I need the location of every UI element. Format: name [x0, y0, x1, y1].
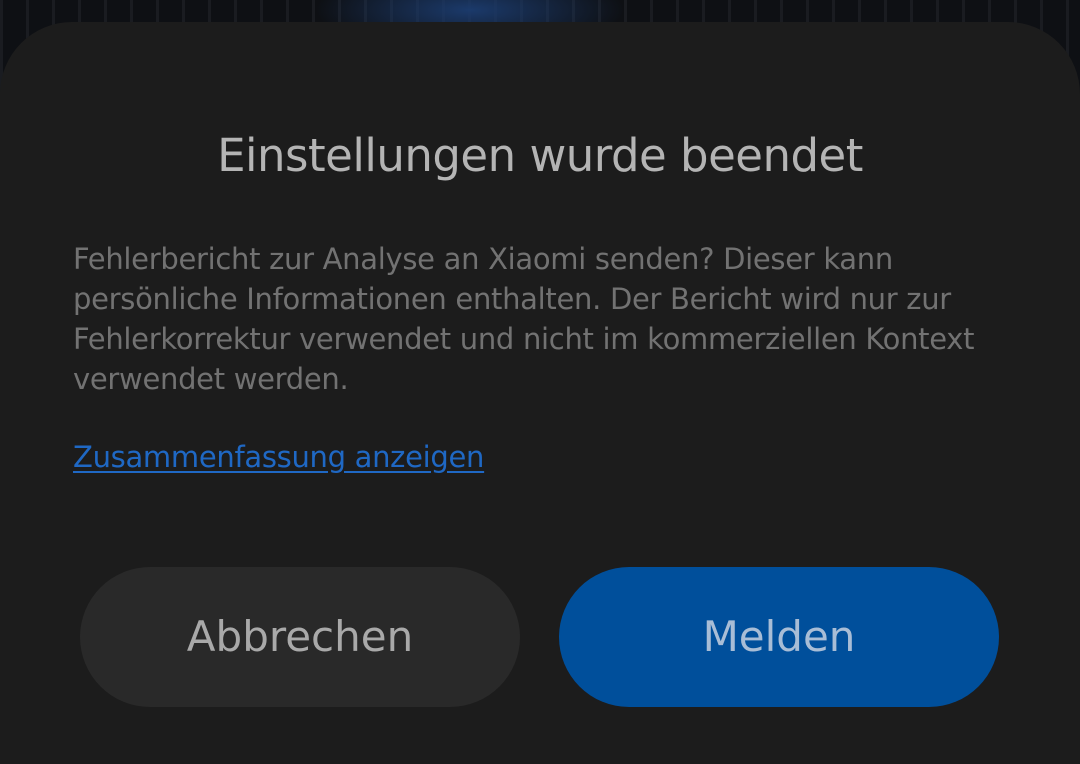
- show-summary-link[interactable]: Zusammenfassung anzeigen: [73, 437, 484, 477]
- cancel-button[interactable]: Abbrechen: [80, 567, 520, 707]
- dialog-title: Einstellungen wurde beendet: [217, 129, 863, 182]
- dialog-message: Fehlerbericht zur Analyse an Xiaomi send…: [73, 242, 975, 396]
- crash-report-dialog: Einstellungen wurde beendet Fehlerberich…: [0, 22, 1080, 764]
- report-button[interactable]: Melden: [559, 567, 999, 707]
